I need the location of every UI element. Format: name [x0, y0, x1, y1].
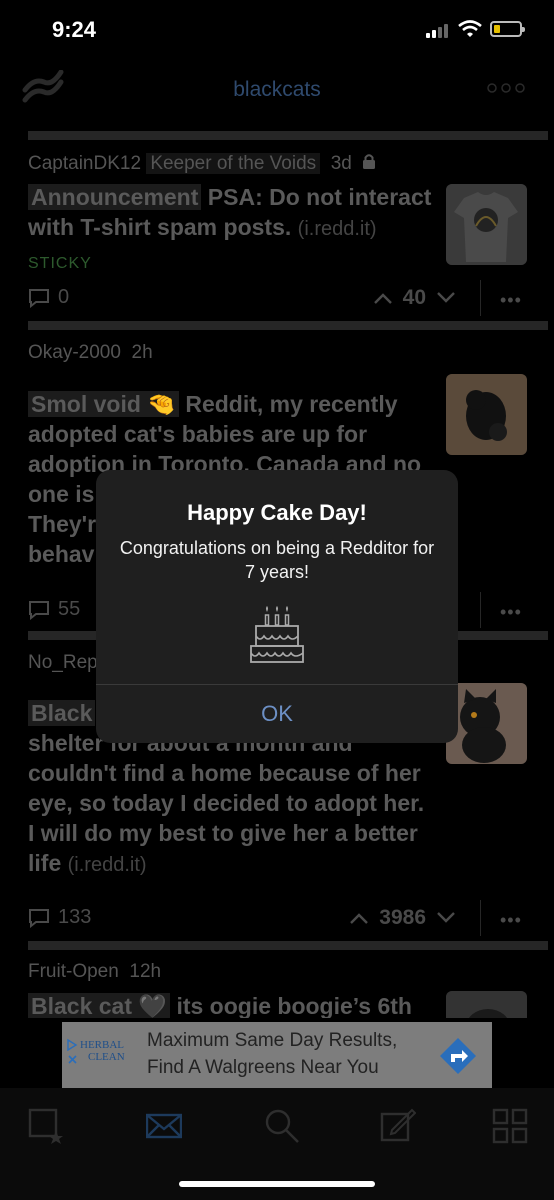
post-thumbnail[interactable]	[446, 683, 527, 764]
post-title[interactable]: Black cat 🖤 its oogie boogie’s 6th	[28, 991, 434, 1018]
post-flair: Announcement	[28, 184, 202, 210]
post-title[interactable]: Smol void 🤏 Reddit, my recently adopted …	[28, 389, 434, 479]
post-age: 3d	[330, 153, 352, 174]
subreddit-title[interactable]: blackcats	[0, 78, 554, 102]
more-options-icon[interactable]	[486, 82, 526, 94]
post-meta: Okay-2000 2h	[28, 342, 153, 364]
post-title-line: couldn't find a home because of her	[28, 760, 421, 786]
post-score: 40	[402, 286, 426, 309]
post-flair: Smol void 🤏	[28, 391, 179, 417]
tshirt-image-icon	[446, 184, 527, 265]
post-divider	[28, 941, 548, 950]
sticky-label: STICKY	[28, 255, 92, 272]
ad-brand-text: CLEAN	[88, 1051, 125, 1063]
post-domain: (i.redd.it)	[297, 218, 377, 240]
directions-arrow-icon[interactable]	[438, 1036, 478, 1076]
post-age: 2h	[131, 342, 153, 363]
tab-search-icon[interactable]	[264, 1108, 300, 1144]
comments-button[interactable]: 133	[28, 906, 91, 929]
post-actions: 133 3986 •••	[28, 900, 548, 936]
post-meta: CaptainDK12 Keeper of the Voids 3d	[28, 153, 376, 175]
author-flair: Keeper of the Voids	[146, 153, 321, 174]
action-separator	[480, 592, 481, 628]
status-time: 9:24	[52, 17, 97, 42]
post-title-text: its oogie boogie’s 6th	[176, 993, 412, 1018]
comments-button[interactable]: 0	[28, 286, 69, 309]
post-title-line: I will do my best to give her a better	[28, 820, 418, 846]
ad-banner[interactable]: HERBAL CLEAN Maximum Same Day Results, F…	[62, 1022, 492, 1088]
wifi-icon	[458, 20, 482, 37]
post-more-icon[interactable]: •••	[500, 910, 522, 931]
post-flair: Black	[28, 700, 96, 726]
post-thumbnail[interactable]	[446, 184, 527, 265]
comment-count: 55	[58, 598, 81, 620]
post-title-last: life (i.redd.it)	[28, 848, 434, 880]
comment-count: 0	[58, 286, 70, 308]
post-domain: (i.redd.it)	[67, 854, 147, 876]
cake-day-alert: Happy Cake Day! Congratulations on being…	[96, 470, 458, 743]
post-author[interactable]: No_Rep	[28, 652, 98, 673]
alert-message: Congratulations on being a Redditor for …	[119, 538, 435, 582]
comment-count: 133	[58, 906, 92, 928]
home-indicator[interactable]	[179, 1181, 375, 1187]
post-title-line: life	[28, 850, 62, 876]
post-divider	[28, 131, 548, 140]
post-title[interactable]: Announcement PSA: Do not interact with T…	[28, 182, 434, 244]
downvote-icon[interactable]	[436, 912, 456, 924]
post-author[interactable]: CaptainDK12	[28, 153, 141, 174]
upvote-icon[interactable]	[373, 292, 393, 304]
action-separator	[480, 280, 481, 316]
post-flair: Black cat 🖤	[28, 993, 171, 1018]
vote-controls: 3986	[349, 906, 456, 930]
comments-button[interactable]: 55	[28, 598, 80, 621]
post-meta: No_Rep	[28, 652, 98, 674]
post-actions: 0 40 •••	[28, 280, 548, 316]
upvote-icon[interactable]	[349, 912, 369, 924]
vote-controls: 40	[373, 286, 456, 310]
post-author[interactable]: Okay-2000	[28, 342, 121, 363]
cat-image-icon	[446, 991, 527, 1018]
post-more-icon[interactable]: •••	[500, 602, 522, 623]
comment-icon	[29, 288, 49, 308]
post-age: 12h	[129, 961, 162, 982]
post-more-icon[interactable]: •••	[500, 290, 522, 311]
kitten-image-icon	[446, 683, 527, 764]
ad-brand-text: HERBAL	[80, 1039, 124, 1051]
ad-headline: Maximum Same Day Results,	[147, 1030, 398, 1051]
post-author[interactable]: Fruit-Open	[28, 961, 119, 982]
tab-compose-icon[interactable]	[380, 1108, 416, 1144]
ad-subline: Find A Walgreens Near You	[147, 1057, 379, 1078]
post-thumbnail[interactable]	[446, 991, 527, 1018]
kittens-image-icon	[446, 374, 527, 455]
comment-icon	[29, 908, 49, 928]
lock-icon	[363, 154, 376, 169]
post-score: 3986	[379, 906, 426, 929]
cellular-signal-icon	[426, 22, 448, 38]
downvote-icon[interactable]	[436, 292, 456, 304]
post-divider	[28, 321, 548, 330]
tab-posts-icon[interactable]	[28, 1108, 64, 1144]
battery-icon	[490, 21, 525, 37]
tab-grid-icon[interactable]	[492, 1108, 528, 1144]
comment-icon	[29, 600, 49, 620]
alert-title: Happy Cake Day!	[187, 500, 367, 525]
action-separator	[480, 900, 481, 936]
status-bar: 9:24	[0, 0, 554, 60]
tab-inbox-icon[interactable]	[146, 1108, 182, 1144]
post-meta: Fruit-Open 12h	[28, 961, 161, 983]
ok-button[interactable]: OK	[96, 685, 458, 743]
ad-brand-logo: HERBAL CLEAN	[66, 1038, 142, 1082]
nav-bar: blackcats	[0, 60, 554, 118]
post-title-line: eye, so today I decided to adopt her.	[28, 790, 425, 816]
cake-icon	[250, 606, 304, 663]
post-thumbnail[interactable]	[446, 374, 527, 455]
